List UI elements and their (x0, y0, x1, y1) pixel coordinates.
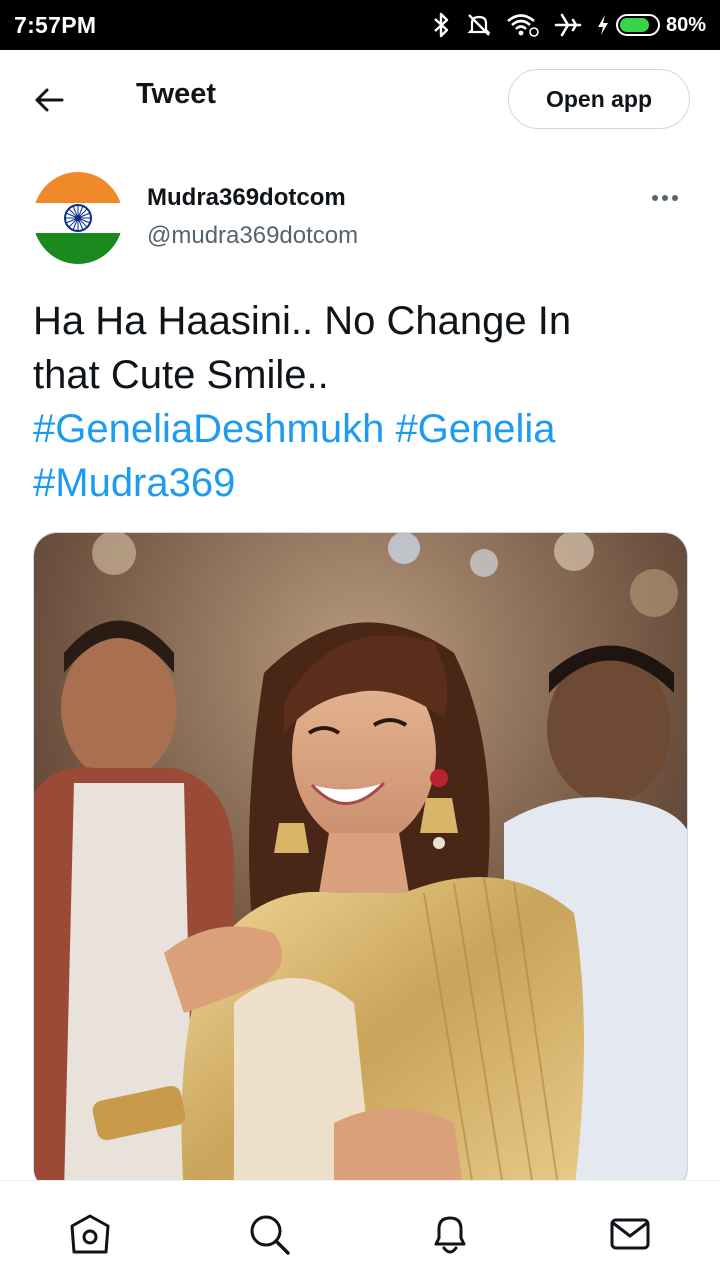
mute-icon (467, 14, 491, 36)
hashtag-line: #GeneliaDeshmukh #Genelia (33, 402, 693, 456)
wifi-icon (507, 14, 539, 37)
tweet-text: Ha Ha Haasini.. No Change In that Cute S… (33, 294, 693, 510)
notifications-icon (434, 1216, 466, 1254)
search-icon (250, 1215, 290, 1255)
hashtag-link[interactable]: #Mudra369 (33, 461, 235, 505)
top-header: Tweet Open app (0, 50, 720, 150)
battery-indicator: 80% (596, 14, 706, 37)
battery-fill (619, 18, 649, 32)
battery-percentage: 80% (665, 13, 706, 36)
back-button[interactable] (26, 80, 72, 120)
bottom-navigation (0, 1180, 720, 1280)
battery-icon (615, 14, 660, 36)
author-handle[interactable]: @mudra369dotcom (147, 222, 358, 250)
nav-home[interactable] (67, 1211, 113, 1257)
nav-notifications[interactable] (427, 1211, 473, 1257)
author-display-name[interactable]: Mudra369dotcom (147, 184, 346, 212)
tweet-text-line: Ha Ha Haasini.. No Change In (33, 299, 572, 343)
tweet-author: Mudra369dotcom @mudra369dotcom (33, 172, 693, 264)
hashtag-link[interactable]: #GeneliaDeshmukh (33, 407, 384, 451)
nav-messages[interactable] (607, 1211, 653, 1257)
more-horizontal-icon (652, 195, 658, 201)
more-options-button[interactable] (645, 186, 685, 210)
status-bar: 7:57PM 80% (0, 0, 720, 50)
hashtag-link[interactable]: #Genelia (395, 407, 555, 451)
open-app-button[interactable]: Open app (508, 69, 690, 129)
bluetooth-icon (434, 12, 449, 38)
status-icons: 80% (432, 12, 706, 38)
home-icon (70, 1214, 110, 1254)
more-dot (662, 195, 668, 201)
nav-search[interactable] (246, 1211, 292, 1257)
messages-icon (610, 1218, 650, 1250)
tweet-media-photo[interactable] (33, 532, 688, 1192)
photo-image (34, 533, 687, 1191)
charging-icon (597, 15, 608, 35)
tweet-text-line: that Cute Smile.. (33, 353, 329, 397)
airplane-icon (554, 13, 582, 37)
status-time: 7:57PM (14, 11, 97, 38)
hashtag-line: #Mudra369 (33, 456, 693, 510)
page-title: Tweet (136, 78, 217, 110)
more-dot (672, 195, 678, 201)
indian-flag-avatar-icon (33, 172, 123, 264)
avatar[interactable] (33, 172, 123, 264)
arrow-left-icon (35, 88, 64, 112)
